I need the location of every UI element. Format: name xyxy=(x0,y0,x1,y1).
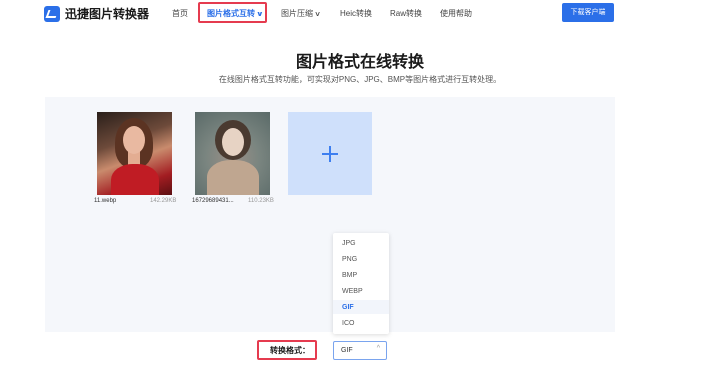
nav-item-compress[interactable]: 图片压缩∨ xyxy=(281,8,321,19)
format-option-png[interactable]: PNG xyxy=(342,256,357,263)
format-dropdown-menu: JPG PNG BMP WEBP GIF ICO xyxy=(333,233,389,334)
file-name: 16729689431... xyxy=(192,198,234,204)
file-size: 142.29KB xyxy=(150,198,177,204)
portrait-face xyxy=(222,128,244,156)
format-select[interactable]: GIF ^ xyxy=(333,341,387,360)
image-thumbnail[interactable] xyxy=(97,112,172,195)
format-option-jpg[interactable]: JPG xyxy=(342,240,356,247)
upload-panel: 11.webp 142.29KB 16729689431... 110.23KB xyxy=(45,97,615,332)
portrait-dress xyxy=(111,164,159,195)
image-thumbnail[interactable] xyxy=(195,112,270,195)
format-option-bmp[interactable]: BMP xyxy=(342,272,357,279)
plus-icon xyxy=(329,146,331,162)
format-select-value: GIF xyxy=(341,347,353,354)
portrait-face xyxy=(123,126,145,154)
format-option-webp[interactable]: WEBP xyxy=(342,288,363,295)
format-label: 转换格式： xyxy=(270,346,310,355)
nav-item-label: 图片压缩 xyxy=(281,9,313,18)
nav-item-help[interactable]: 使用帮助 xyxy=(440,8,472,19)
page: 迅捷图片转换器 首页 图片格式互转∨ 图片压缩∨ Heic转换 Raw转换 使用… xyxy=(0,0,720,367)
page-title: 图片格式在线转换 xyxy=(295,54,424,71)
nav-item-raw[interactable]: Raw转换 xyxy=(390,8,422,19)
portrait-dress xyxy=(207,160,259,195)
chevron-up-icon: ^ xyxy=(376,345,380,352)
file-name: 11.webp xyxy=(94,198,117,204)
nav-highlight-box xyxy=(198,2,267,23)
format-option-ico[interactable]: ICO xyxy=(342,320,354,327)
header: 迅捷图片转换器 首页 图片格式互转∨ 图片压缩∨ Heic转换 Raw转换 使用… xyxy=(0,0,720,26)
nav-item-home[interactable]: 首页 xyxy=(172,8,188,19)
download-client-button[interactable]: 下载客户端 xyxy=(562,3,614,22)
add-image-button[interactable] xyxy=(288,112,372,195)
page-subtitle: 在线图片格式互转功能，可实现对PNG、JPG、BMP等图片格式进行互转处理。 xyxy=(218,75,502,84)
format-option-gif[interactable]: GIF xyxy=(342,304,354,311)
chevron-down-icon: ∨ xyxy=(314,11,321,18)
nav-item-heic[interactable]: Heic转换 xyxy=(340,8,372,19)
file-size: 110.23KB xyxy=(248,198,274,204)
